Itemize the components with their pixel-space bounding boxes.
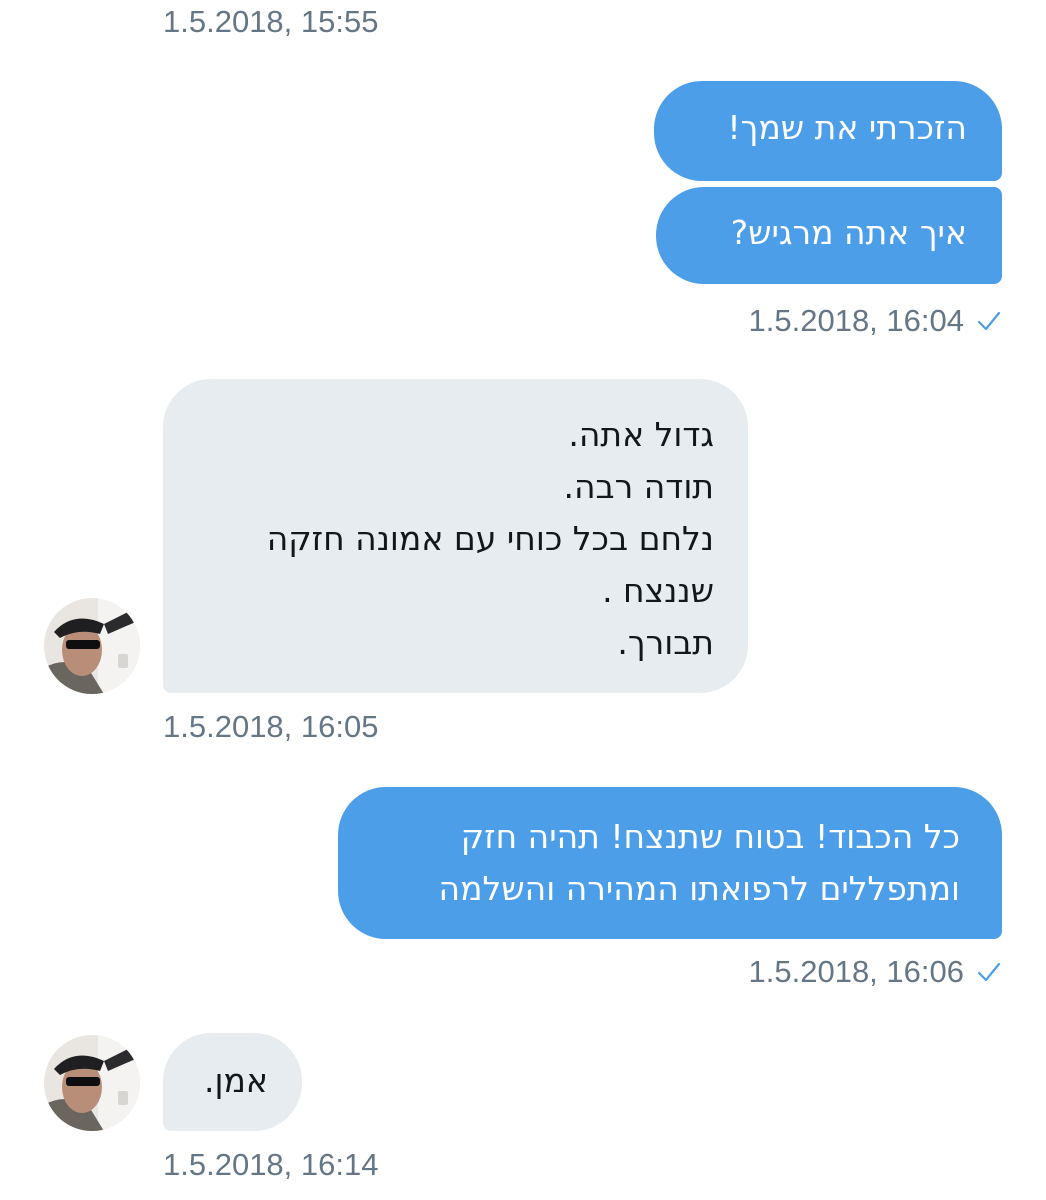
incoming-message-bubble[interactable]: אמן. (163, 1033, 302, 1131)
message-text-line: כל הכבוד! בטוח שתנצח! תהיה חזק (460, 817, 960, 856)
message-text-line: נלחם בכל כוחי עם אמונה חזקה (266, 519, 714, 558)
incoming-message-bubble[interactable]: גדול אתה. תודה רבה. נלחם בכל כוחי עם אמו… (163, 379, 748, 693)
message-text: אמן. (204, 1061, 268, 1100)
message-timestamp: 1.5.2018, 16:04 (748, 303, 964, 338)
outgoing-message-bubble[interactable]: איך אתה מרגיש? (656, 187, 1002, 284)
message-meta: 1.5.2018, 16:06 (749, 952, 1002, 992)
avatar-photo (44, 598, 140, 694)
outgoing-message-bubble[interactable]: הזכרתי את שמך! (654, 81, 1002, 181)
message-timestamp: 1.5.2018, 16:06 (748, 954, 964, 989)
check-icon (977, 962, 1001, 982)
message-timestamp: 1.5.2018, 15:55 (163, 4, 379, 39)
message-text: הזכרתי את שמך! (727, 108, 967, 147)
message-meta: 1.5.2018, 16:04 (749, 301, 1002, 341)
message-text-line: ומתפללים לרפואתו המהירה והשלמה (438, 869, 960, 908)
message-text-line: תודה רבה. (563, 467, 715, 506)
message-text: איך אתה מרגיש? (730, 213, 967, 252)
outgoing-message-bubble[interactable]: כל הכבוד! בטוח שתנצח! תהיה חזק ומתפללים … (338, 787, 1002, 939)
message-timestamp: 1.5.2018, 16:05 (163, 709, 379, 744)
avatar[interactable] (44, 1035, 140, 1131)
avatar-photo (44, 1035, 140, 1131)
avatar[interactable] (44, 598, 140, 694)
check-icon (977, 311, 1001, 331)
message-text-line: שננצח . (602, 571, 714, 610)
message-text-line: תבורך. (617, 623, 714, 662)
message-timestamp: 1.5.2018, 16:14 (163, 1147, 379, 1182)
message-text-line: גדול אתה. (568, 415, 714, 454)
